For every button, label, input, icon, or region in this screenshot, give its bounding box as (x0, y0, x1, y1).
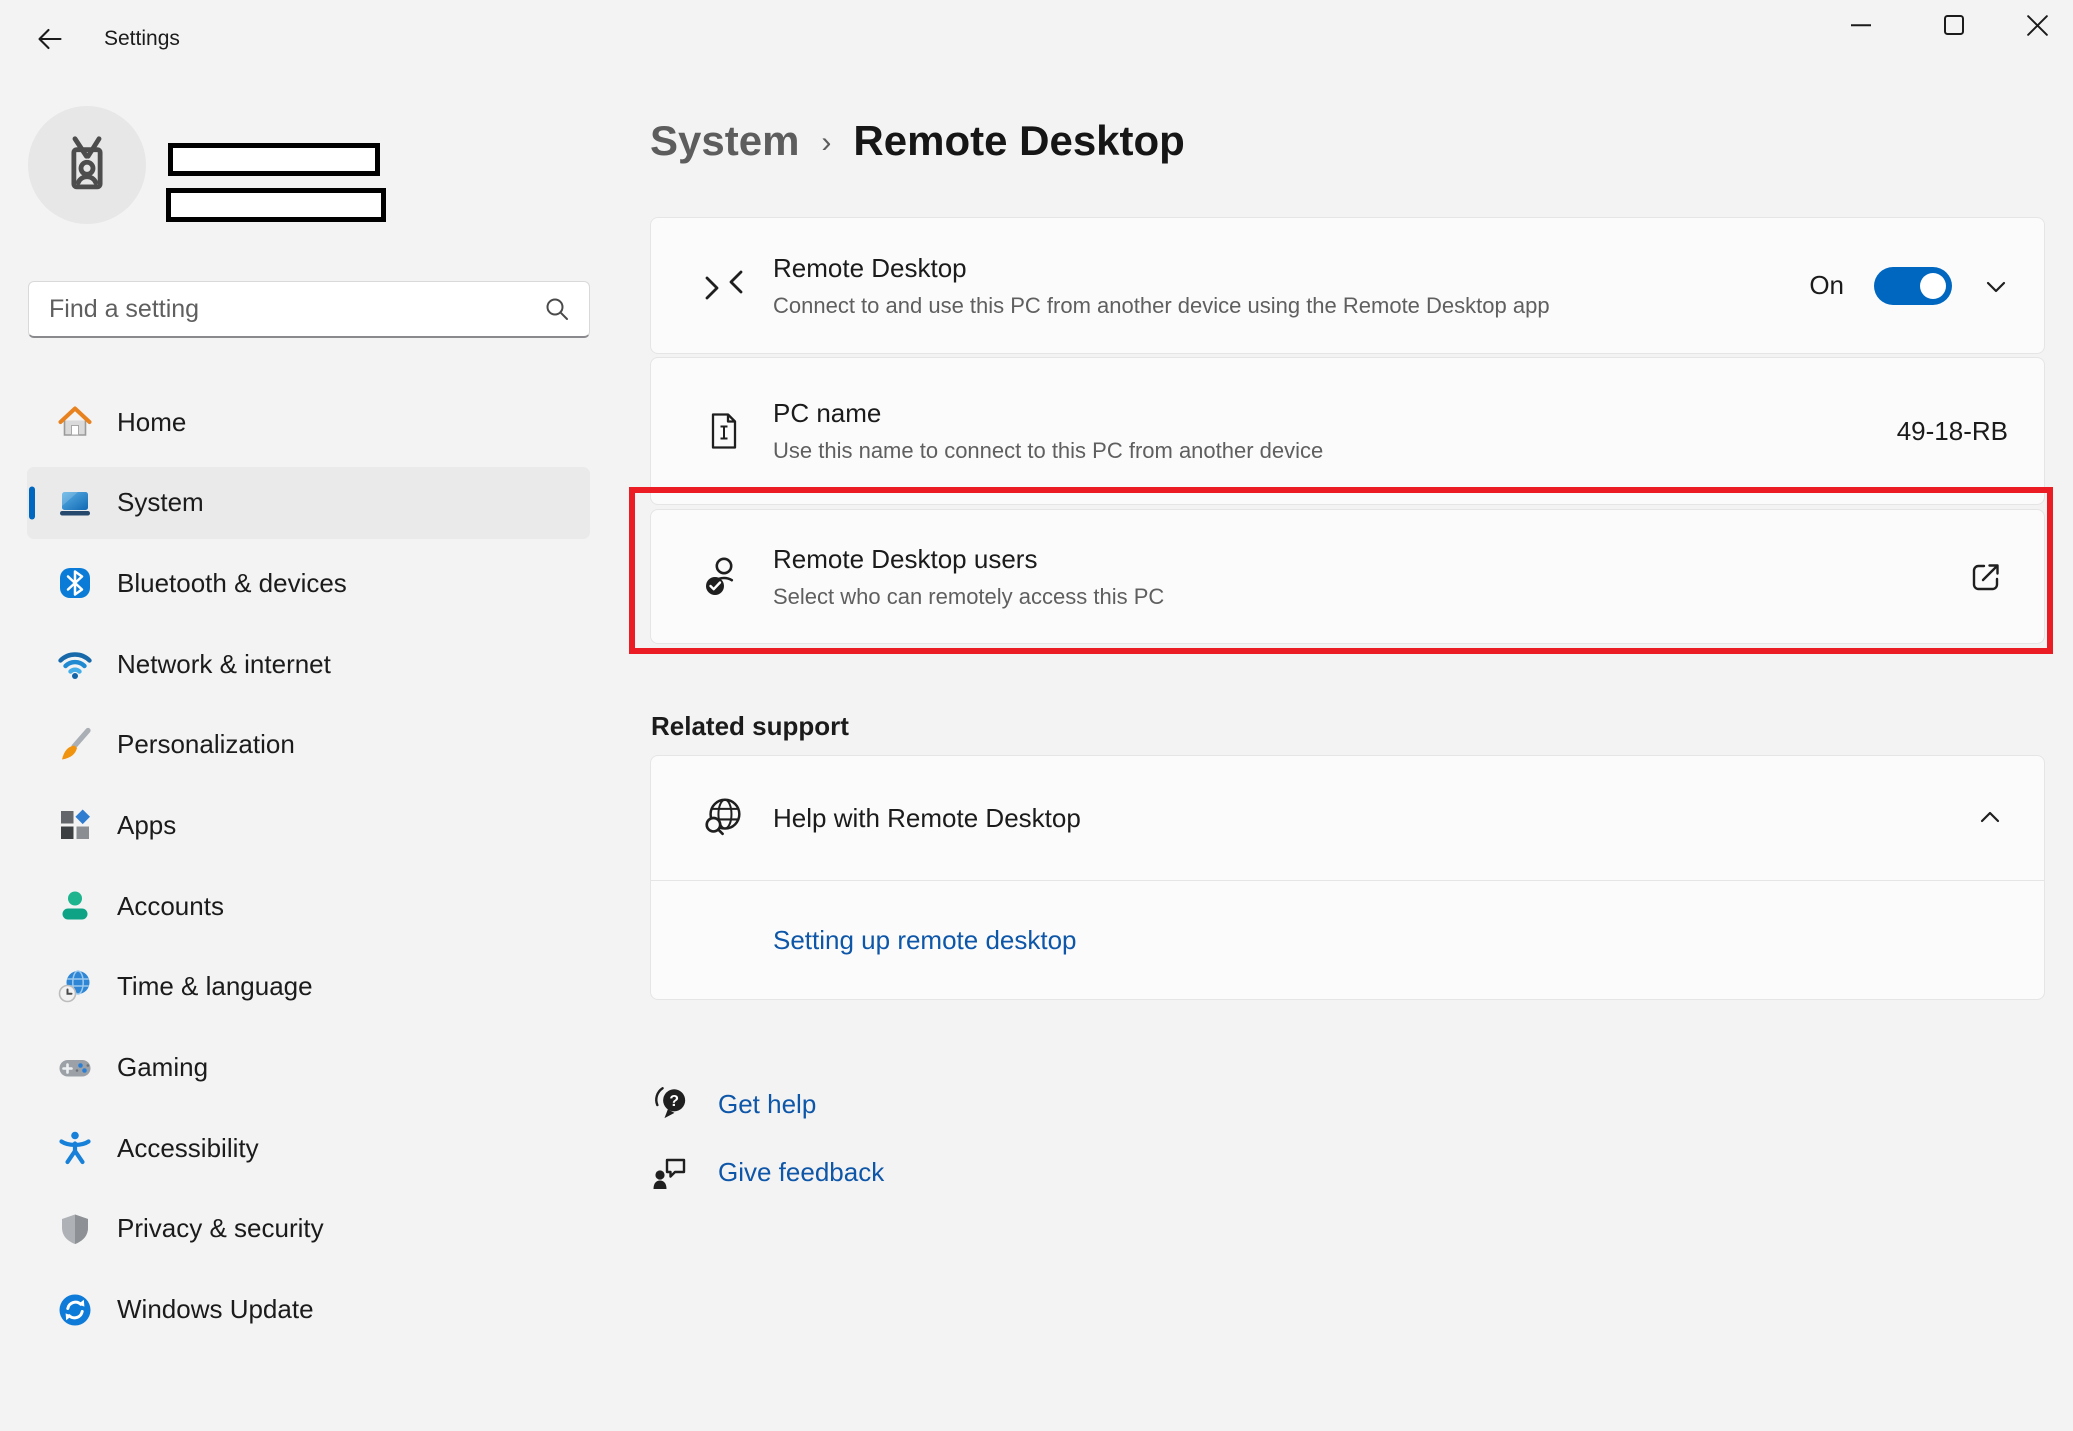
sidebar-item-label: Network & internet (117, 649, 331, 680)
setting-title: PC name (773, 398, 1323, 429)
globe-clock-icon (57, 969, 93, 1005)
sidebar-item-label: Gaming (117, 1052, 208, 1083)
help-expander-row[interactable]: Help with Remote Desktop (651, 756, 2044, 880)
remote-desktop-setting-row[interactable]: Remote Desktop Connect to and use this P… (650, 217, 2045, 354)
bluetooth-icon (57, 565, 93, 601)
setting-up-remote-desktop-link[interactable]: Setting up remote desktop (773, 925, 1077, 956)
sidebar-item-time-language[interactable]: Time & language (27, 951, 590, 1023)
accessibility-person-icon (57, 1130, 93, 1166)
close-icon (2024, 12, 2051, 39)
svg-text:?: ? (669, 1093, 679, 1110)
sidebar-item-windows-update[interactable]: Windows Update (27, 1274, 590, 1346)
close-button[interactable] (2000, 0, 2073, 50)
user-check-icon (701, 554, 747, 600)
paintbrush-icon (57, 727, 93, 763)
remote-desktop-users-row[interactable]: Remote Desktop users Select who can remo… (650, 509, 2045, 644)
related-support-heading: Related support (651, 711, 849, 742)
breadcrumb-separator: › (821, 122, 831, 160)
sidebar-item-accessibility[interactable]: Accessibility (27, 1112, 590, 1184)
page-title: Remote Desktop (853, 117, 1184, 165)
feedback-person-icon (650, 1152, 692, 1192)
globe-search-icon (701, 794, 747, 842)
app-title: Settings (104, 0, 180, 78)
search-box[interactable] (28, 281, 590, 338)
chevron-up-icon[interactable] (1976, 804, 2004, 832)
sidebar-item-network-internet[interactable]: Network & internet (27, 628, 590, 700)
give-feedback-row: Give feedback (650, 1146, 884, 1198)
sidebar-item-label: Personalization (117, 729, 295, 760)
setting-title: Remote Desktop (773, 253, 1550, 284)
get-help-link[interactable]: Get help (718, 1089, 816, 1120)
sync-arrows-icon (57, 1292, 93, 1328)
avatar (28, 106, 146, 224)
sidebar-item-label: Bluetooth & devices (117, 568, 347, 599)
titlebar: Settings (0, 0, 2073, 60)
remote-desktop-toggle[interactable] (1874, 267, 1952, 305)
arrow-left-icon (34, 23, 66, 55)
search-icon (543, 295, 571, 323)
maximize-button[interactable] (1917, 0, 1991, 50)
apps-grid-icon (57, 807, 93, 843)
redacted-email-bar (166, 188, 386, 222)
sidebar-nav: Home System Bluetooth & devices (27, 386, 590, 1354)
help-bubble-icon: ? (650, 1083, 692, 1125)
sidebar-item-label: Home (117, 407, 186, 438)
sidebar-item-label: Accounts (117, 891, 224, 922)
wifi-icon (57, 646, 93, 682)
sidebar-item-system[interactable]: System (27, 467, 590, 539)
laptop-icon (57, 485, 93, 521)
toggle-state-label: On (1809, 270, 1844, 301)
setting-subtitle: Select who can remotely access this PC (773, 584, 1164, 610)
remote-desktop-connect-icon (701, 264, 747, 308)
breadcrumb: System › Remote Desktop (650, 108, 1185, 174)
sidebar-item-apps[interactable]: Apps (27, 789, 590, 861)
redacted-name-bar (168, 143, 380, 176)
setting-subtitle: Use this name to connect to this PC from… (773, 438, 1323, 464)
sidebar-item-label: Accessibility (117, 1133, 259, 1164)
sidebar-item-label: System (117, 487, 204, 518)
sidebar-item-label: Apps (117, 810, 176, 841)
external-link-icon (1968, 559, 2004, 595)
sidebar-item-label: Windows Update (117, 1294, 314, 1325)
help-card-title: Help with Remote Desktop (773, 803, 1081, 834)
minimize-button[interactable] (1824, 0, 1898, 50)
rename-document-icon (701, 411, 747, 451)
chevron-down-icon[interactable] (1982, 272, 2010, 300)
toggle-knob (1920, 273, 1946, 299)
gamepad-icon (57, 1050, 93, 1086)
sidebar-item-personalization[interactable]: Personalization (27, 709, 590, 781)
setting-subtitle: Connect to and use this PC from another … (773, 293, 1550, 319)
sidebar-item-label: Time & language (117, 971, 313, 1002)
setting-title: Remote Desktop users (773, 544, 1164, 575)
maximize-icon (1941, 12, 1967, 38)
sidebar-item-label: Privacy & security (117, 1213, 324, 1244)
home-icon (57, 404, 93, 440)
pc-name-row: PC name Use this name to connect to this… (650, 357, 2045, 505)
person-icon (57, 888, 93, 924)
help-card: Help with Remote Desktop Setting up remo… (650, 755, 2045, 1000)
search-input[interactable] (49, 295, 543, 324)
pc-name-value: 49-18-RB (1897, 416, 2008, 447)
shield-icon (57, 1211, 93, 1247)
get-help-row: ? Get help (650, 1078, 816, 1130)
back-button[interactable] (26, 18, 74, 60)
breadcrumb-system[interactable]: System (650, 117, 799, 165)
id-badge-icon (52, 130, 122, 200)
give-feedback-link[interactable]: Give feedback (718, 1157, 884, 1188)
sidebar-item-accounts[interactable]: Accounts (27, 870, 590, 942)
sidebar-item-home[interactable]: Home (27, 386, 590, 458)
sidebar-item-gaming[interactable]: Gaming (27, 1032, 590, 1104)
sidebar-item-bluetooth-devices[interactable]: Bluetooth & devices (27, 547, 590, 619)
minimize-icon (1848, 12, 1874, 38)
sidebar-item-privacy-security[interactable]: Privacy & security (27, 1193, 590, 1265)
